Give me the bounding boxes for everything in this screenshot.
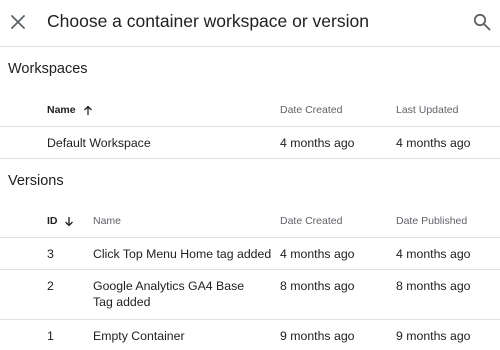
- version-date-created: 8 months ago: [280, 279, 355, 293]
- version-name: Google Analytics GA4 Base Tag added: [93, 279, 245, 309]
- versions-heading: Versions: [8, 173, 64, 189]
- version-id: 2: [47, 279, 54, 293]
- workspaces-col-date-created: Date Created: [280, 104, 343, 116]
- workspace-date-created: 4 months ago: [280, 136, 355, 150]
- arrow-down-icon: [65, 216, 74, 227]
- workspace-name: Default Workspace: [47, 136, 151, 150]
- arrow-up-icon: [83, 105, 92, 115]
- version-name: Click Top Menu Home tag added: [93, 247, 272, 261]
- version-date-created: 9 months ago: [280, 329, 355, 343]
- table-row[interactable]: 1 Empty Container 9 months ago 9 months …: [0, 320, 500, 350]
- version-name: Empty Container: [93, 329, 185, 343]
- versions-col-date-published: Date Published: [396, 215, 468, 227]
- version-id: 3: [47, 247, 54, 261]
- dialog-title: Choose a container workspace or version: [47, 11, 369, 31]
- table-row[interactable]: 3 Click Top Menu Home tag added 4 months…: [0, 238, 500, 269]
- search-icon: [473, 13, 491, 31]
- versions-col-id-label: ID: [47, 215, 58, 227]
- versions-col-name: Name: [93, 215, 122, 227]
- version-id: 1: [47, 329, 54, 343]
- version-date-created: 4 months ago: [280, 247, 355, 261]
- version-date-published: 8 months ago: [396, 279, 471, 293]
- table-row[interactable]: 2 Google Analytics GA4 Base Tag added 8 …: [0, 270, 500, 319]
- search-button[interactable]: [469, 9, 495, 35]
- divider: [0, 158, 500, 159]
- workspaces-col-name[interactable]: Name: [47, 104, 93, 116]
- workspaces-heading: Workspaces: [8, 61, 88, 77]
- version-date-published: 4 months ago: [396, 247, 471, 261]
- workspaces-col-last-updated: Last Updated: [396, 104, 459, 116]
- version-date-published: 9 months ago: [396, 329, 471, 343]
- table-row[interactable]: Default Workspace 4 months ago 4 months …: [0, 127, 500, 158]
- close-button[interactable]: [6, 10, 30, 34]
- workspace-last-updated: 4 months ago: [396, 136, 471, 150]
- close-icon: [11, 15, 25, 29]
- versions-col-id[interactable]: ID: [47, 215, 74, 227]
- workspaces-col-name-label: Name: [47, 104, 76, 116]
- versions-col-date-created: Date Created: [280, 215, 343, 227]
